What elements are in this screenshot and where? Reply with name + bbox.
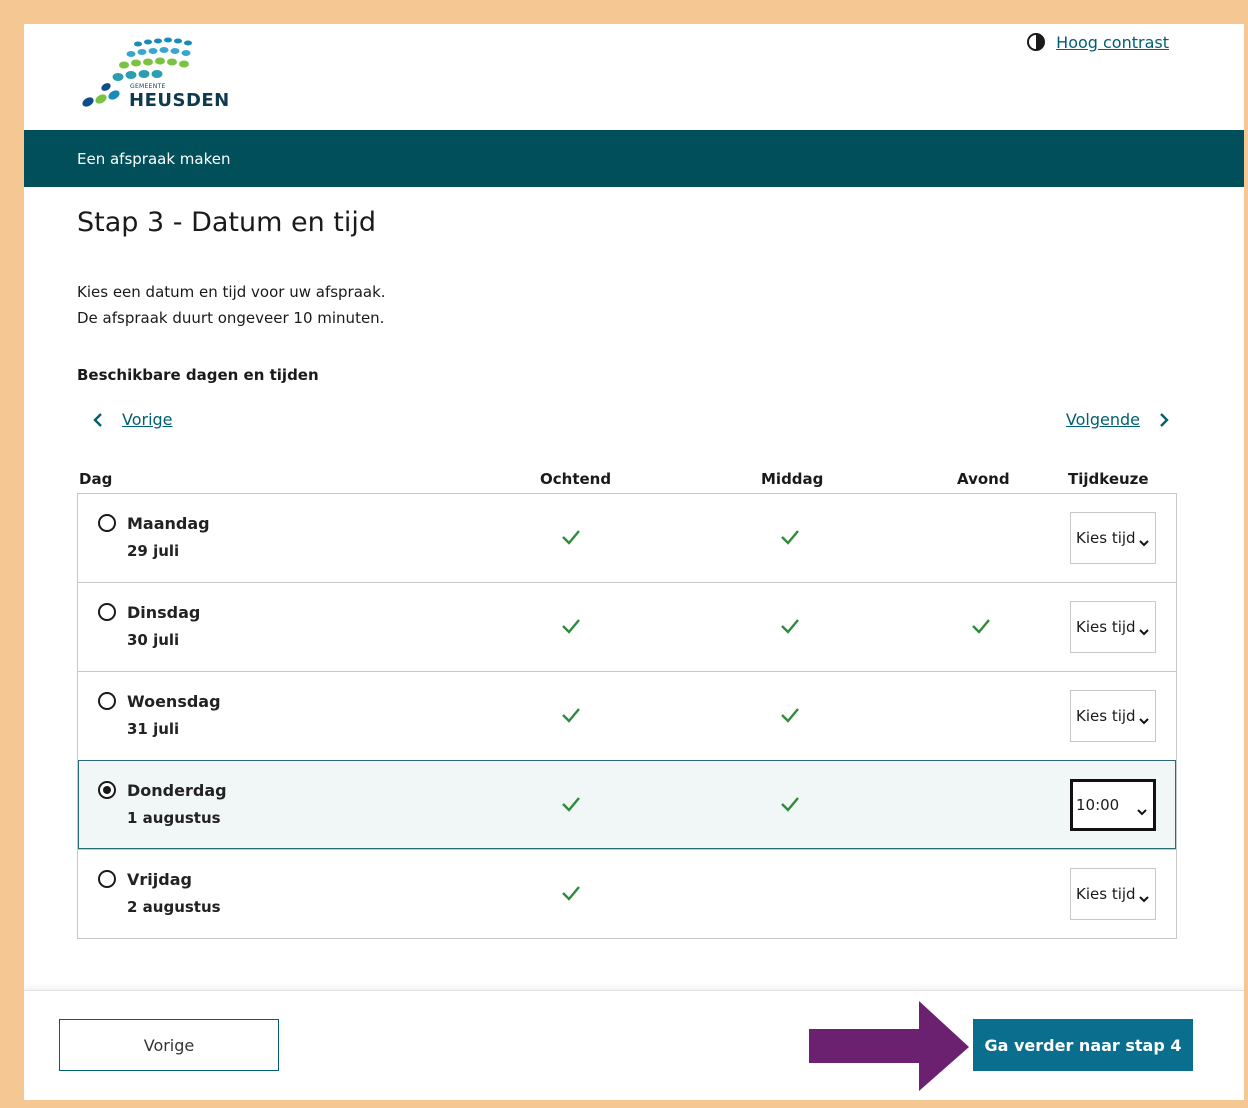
- time-select-value: Kies tijd: [1076, 618, 1136, 636]
- check-icon: [780, 796, 800, 812]
- continue-step-4-button[interactable]: Ga verder naar stap 4: [973, 1019, 1193, 1071]
- half-circle-contrast-icon: [1027, 33, 1046, 51]
- next-week-label[interactable]: Volgende: [1066, 410, 1140, 429]
- previous-week-link[interactable]: Vorige: [90, 410, 173, 429]
- header-tijdkeuze: Tijdkeuze: [1068, 470, 1149, 488]
- chevron-down-icon: [1139, 533, 1149, 547]
- check-icon: [561, 885, 581, 901]
- time-select-value: 10:00: [1076, 796, 1120, 814]
- time-select-value: Kies tijd: [1076, 885, 1136, 903]
- header-middag: Middag: [761, 470, 824, 488]
- day-date: 31 juli: [127, 720, 180, 738]
- section-label: Beschikbare dagen en tijden: [77, 366, 319, 384]
- arrow-right-icon: [809, 1001, 969, 1091]
- day-radio[interactable]: [98, 692, 116, 710]
- check-icon: [561, 618, 581, 634]
- day-date: 2 augustus: [127, 898, 221, 916]
- day-name: Maandag: [127, 514, 210, 533]
- intro-text: Kies een datum en tijd voor uw afspraak.…: [77, 279, 386, 331]
- day-radio[interactable]: [98, 870, 116, 888]
- chevron-left-icon: [93, 412, 102, 427]
- screenshot-frame: GEMEENTE HEUSDEN Hoog contrast Een afspr…: [0, 0, 1248, 1108]
- day-radio[interactable]: [98, 781, 116, 799]
- logo-prefix: GEMEENTE: [130, 83, 166, 90]
- table-row[interactable]: Maandag 29 juli Kies tijd: [78, 494, 1176, 582]
- check-icon: [780, 618, 800, 634]
- table-row[interactable]: Donderdag 1 augustus 10:00: [78, 760, 1176, 849]
- chevron-down-icon: [1139, 889, 1149, 903]
- chevron-down-icon: [1139, 711, 1149, 725]
- availability-table: Maandag 29 juli Kies tijd Dinsdag 30 juli Kie…: [77, 493, 1177, 939]
- check-icon: [971, 618, 991, 634]
- previous-week-label[interactable]: Vorige: [122, 410, 173, 429]
- page-title: Stap 3 - Datum en tijd: [77, 207, 377, 238]
- time-select[interactable]: 10:00: [1070, 779, 1156, 831]
- high-contrast-link[interactable]: Hoog contrast: [1056, 33, 1169, 52]
- table-row[interactable]: Dinsdag 30 juli Kies tijd: [78, 582, 1176, 671]
- header-avond: Avond: [957, 470, 1010, 488]
- day-name: Vrijdag: [127, 870, 192, 889]
- intro-line: Kies een datum en tijd voor uw afspraak.: [77, 283, 386, 301]
- check-icon: [780, 529, 800, 545]
- back-button[interactable]: Vorige: [59, 1019, 279, 1071]
- band-title: Een afspraak maken: [77, 150, 231, 168]
- high-contrast-toggle[interactable]: Hoog contrast: [1026, 32, 1169, 52]
- header-dag: Dag: [79, 470, 113, 488]
- day-name: Woensdag: [127, 692, 221, 711]
- time-select[interactable]: Kies tijd: [1070, 690, 1156, 742]
- chevron-right-icon: [1160, 412, 1169, 427]
- check-icon: [561, 796, 581, 812]
- table-row[interactable]: Woensdag 31 juli Kies tijd: [78, 671, 1176, 760]
- day-date: 29 juli: [127, 542, 180, 560]
- table-header: Dag Ochtend Middag Avond Tijdkeuze: [77, 464, 1175, 492]
- day-name: Dinsdag: [127, 603, 201, 622]
- check-icon: [561, 529, 581, 545]
- page: GEMEENTE HEUSDEN Hoog contrast Een afspr…: [24, 24, 1244, 1100]
- day-name: Donderdag: [127, 781, 227, 800]
- day-date: 1 augustus: [127, 809, 221, 827]
- header-ochtend: Ochtend: [540, 470, 612, 488]
- chevron-down-icon: [1137, 802, 1147, 816]
- time-select[interactable]: Kies tijd: [1070, 512, 1156, 564]
- day-date: 30 juli: [127, 631, 180, 649]
- time-select[interactable]: Kies tijd: [1070, 601, 1156, 653]
- chevron-down-icon: [1139, 622, 1149, 636]
- table-row[interactable]: Vrijdag 2 augustus Kies tijd: [78, 849, 1176, 938]
- title-band: Een afspraak maken: [24, 130, 1244, 187]
- check-icon: [561, 707, 581, 723]
- check-icon: [780, 707, 800, 723]
- intro-line: De afspraak duurt ongeveer 10 minuten.: [77, 309, 385, 327]
- next-week-link[interactable]: Volgende: [1066, 410, 1172, 429]
- time-select[interactable]: Kies tijd: [1070, 868, 1156, 920]
- day-radio[interactable]: [98, 514, 116, 532]
- time-select-value: Kies tijd: [1076, 707, 1136, 725]
- logo-name: HEUSDEN: [129, 90, 230, 111]
- time-select-value: Kies tijd: [1076, 529, 1136, 547]
- footer-bar: Vorige Ga verder naar stap 4: [24, 990, 1244, 1100]
- day-radio[interactable]: [98, 603, 116, 621]
